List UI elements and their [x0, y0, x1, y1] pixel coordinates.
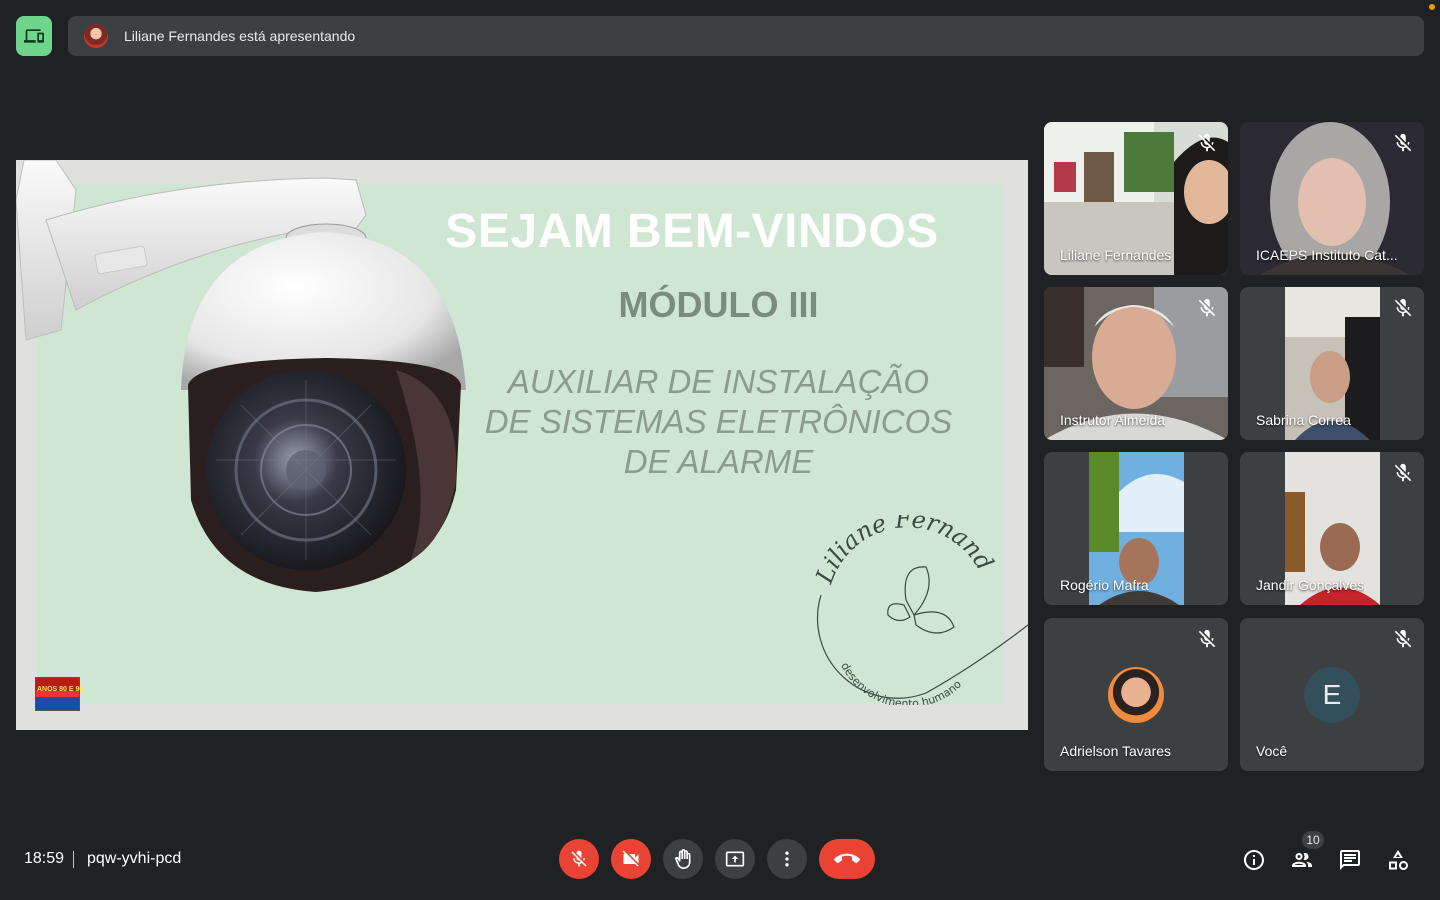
participant-tile[interactable]: ICAEPS Instituto Cat... — [1240, 122, 1424, 275]
svg-text:Liliane Fernandes: Liliane Fernandes — [806, 515, 999, 588]
more-options-button[interactable] — [767, 839, 807, 879]
call-end-icon — [834, 853, 860, 864]
mic-off-icon — [1394, 629, 1412, 648]
mic-off-icon — [1198, 298, 1216, 317]
chat-icon[interactable] — [1338, 848, 1362, 872]
slide-title: SEJAM BEM-VINDOS — [445, 205, 939, 258]
slide-course-line: DE ALARME — [623, 443, 814, 480]
participant-name: ICAEPS Instituto Cat... — [1256, 247, 1398, 263]
presenting-label: Liliane Fernandes está apresentando — [124, 28, 356, 44]
participant-tile[interactable]: Rogério Mafra — [1044, 452, 1228, 605]
participant-name: Liliane Fernandes — [1060, 247, 1172, 263]
camera-toggle-button[interactable] — [611, 839, 651, 879]
participant-name: Rogério Mafra — [1060, 577, 1149, 593]
participant-tile[interactable]: Adrielson Tavares — [1044, 618, 1228, 771]
companion-mode-button[interactable] — [16, 16, 52, 56]
slide-course-line: AUXILIAR DE INSTALAÇÃO — [507, 363, 930, 400]
participant-tile[interactable]: Sabrina Correa — [1240, 287, 1424, 440]
hand-icon — [675, 849, 691, 869]
participant-tile[interactable]: Instrutor Almeida — [1044, 287, 1228, 440]
logo-tagline: desenvolvimento humano — [838, 660, 964, 705]
slide-thumbnail-image: ANOS 80 E 90 — [35, 677, 83, 711]
presenter-avatar — [84, 24, 108, 48]
participant-avatar — [1108, 667, 1164, 723]
leave-call-button[interactable] — [819, 839, 875, 879]
present-icon — [725, 851, 745, 867]
presenting-banner[interactable]: Liliane Fernandes está apresentando — [68, 16, 1424, 56]
slide-course-title: AUXILIAR DE INSTALAÇÃO DE SISTEMAS ELETR… — [466, 362, 971, 482]
participant-name: Sabrina Correa — [1256, 412, 1351, 428]
participant-name: Instrutor Almeida — [1060, 412, 1166, 428]
mic-off-icon — [1198, 133, 1216, 152]
mic-off-icon — [1394, 463, 1412, 482]
participant-tile[interactable]: Liliane Fernandes — [1044, 122, 1228, 275]
meeting-clock: 18:59 — [24, 850, 65, 867]
self-avatar: E — [1304, 667, 1360, 723]
participant-name: Você — [1256, 743, 1288, 759]
liliane-fernandes-logo: Liliane Fernandes desenvolvimento humano — [806, 515, 1028, 705]
presentation-screen[interactable]: SEJAM BEM-VINDOS MÓDULO III AUXILIAR DE … — [16, 160, 1028, 730]
participant-tile-self[interactable]: E Você — [1240, 618, 1424, 771]
meeting-details-icon[interactable] — [1242, 848, 1266, 872]
participant-name: Jandir Gonçalves — [1256, 577, 1365, 593]
recording-indicator-dot — [1429, 4, 1435, 10]
mic-off-icon — [571, 850, 587, 867]
participants-count-badge: 10 — [1302, 831, 1324, 849]
people-icon[interactable] — [1290, 848, 1314, 872]
microphone-toggle-button[interactable] — [559, 839, 599, 879]
participant-name: Adrielson Tavares — [1060, 743, 1172, 759]
devices-icon — [24, 29, 44, 43]
camera-off-icon — [622, 850, 639, 867]
raise-hand-button[interactable] — [663, 839, 703, 879]
mic-off-icon — [1394, 133, 1412, 152]
activities-icon[interactable] — [1386, 848, 1410, 872]
mic-off-icon — [1394, 298, 1412, 317]
meeting-code[interactable]: pqw-yvhi-pcd — [87, 850, 181, 868]
more-vert-icon — [785, 851, 789, 867]
logo-name: Liliane Fernandes — [806, 515, 999, 588]
participant-tile[interactable]: Jandir Gonçalves — [1240, 452, 1424, 605]
svg-text:desenvolvimento humano: desenvolvimento humano — [838, 660, 964, 705]
present-screen-button[interactable] — [715, 839, 755, 879]
mic-off-icon — [1198, 629, 1216, 648]
footer-divider — [73, 851, 74, 868]
slide-module: MÓDULO III — [618, 284, 819, 325]
slide-course-line: DE SISTEMAS ELETRÔNICOS — [484, 403, 953, 440]
